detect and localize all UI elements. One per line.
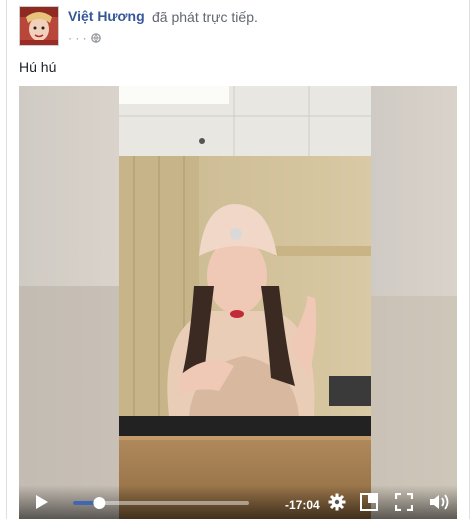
feed-post: Việt Hương đã phát trực tiếp. · · · Hú h… [6, 0, 470, 519]
post-timestamp[interactable]: · · · [68, 31, 87, 45]
video-controls: -17:04 [19, 485, 457, 519]
author-name-link[interactable]: Việt Hương [68, 8, 145, 24]
avatar-image [20, 7, 58, 45]
time-remaining: -17:04 [285, 498, 320, 512]
progress-scrubber[interactable] [93, 497, 106, 509]
volume-icon[interactable] [429, 493, 451, 511]
globe-icon[interactable] [90, 33, 101, 43]
live-video-player[interactable]: -17:04 [19, 86, 457, 519]
post-meta: · · · [68, 31, 101, 45]
expand-icon[interactable] [360, 493, 378, 511]
video-frame [19, 86, 457, 519]
play-icon[interactable] [35, 494, 49, 510]
author-avatar[interactable] [19, 6, 59, 46]
progress-bar[interactable] [73, 497, 249, 509]
settings-icon[interactable] [328, 493, 346, 511]
post-status-text: Hú hú [19, 59, 57, 75]
fullscreen-icon[interactable] [395, 493, 413, 511]
post-action-text: đã phát trực tiếp. [152, 9, 258, 25]
